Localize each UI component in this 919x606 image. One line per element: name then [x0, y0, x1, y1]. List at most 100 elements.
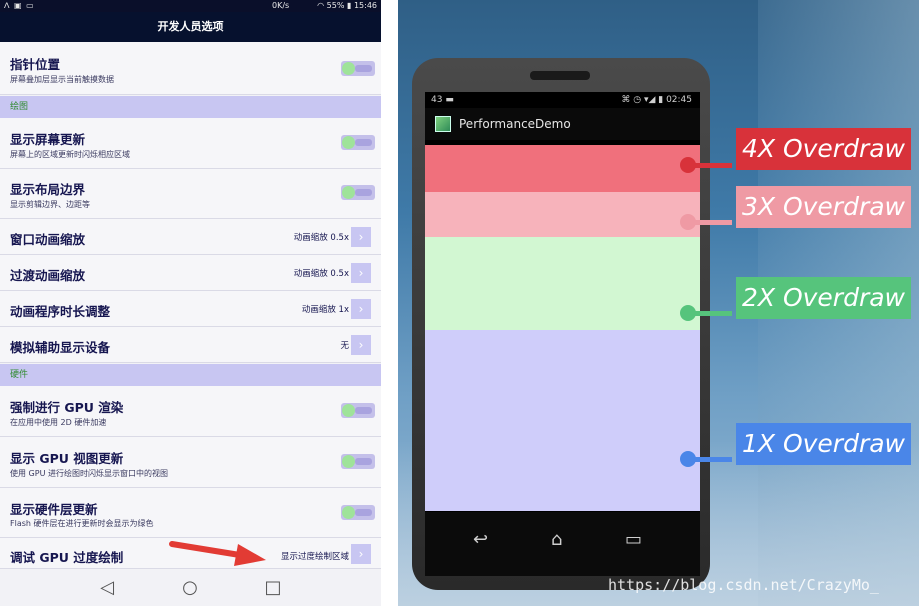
- setting-subtitle: 使用 GPU 进行绘图时闪烁显示窗口中的视图: [10, 469, 168, 478]
- overdraw-band-2x: [425, 237, 700, 330]
- toggle-knob: [342, 136, 355, 149]
- show-hardware-layer-updates-toggle[interactable]: [341, 505, 375, 520]
- device-status-right: ⌘ ◷ ▾◢ ▮ 02:45: [621, 95, 692, 105]
- app-launcher-icon: [435, 116, 451, 132]
- chevron-right-icon[interactable]: ›: [351, 335, 371, 355]
- callout-dot: [680, 157, 696, 173]
- setting-title: 显示 GPU 视图更新: [10, 451, 124, 466]
- setting-title: 调试 GPU 过度绘制: [10, 550, 124, 565]
- setting-row-show-hardware-layer-updates[interactable]: 显示硬件层更新 Flash 硬件层在进行更新时会显示为绿色: [0, 488, 381, 538]
- toggle-knob: [342, 455, 355, 468]
- force-gpu-rendering-toggle[interactable]: [341, 403, 375, 418]
- page-title: 开发人员选项: [157, 20, 224, 33]
- chevron-right-icon[interactable]: ›: [351, 263, 371, 283]
- setting-title: 显示布局边界: [10, 182, 86, 197]
- chevron-right-icon[interactable]: ›: [351, 544, 371, 564]
- battery-icon: ▮: [346, 1, 354, 10]
- label-1x-overdraw: 1X Overdraw: [735, 423, 911, 465]
- device-nav-bar: ↩ ⌂ ▭: [425, 512, 700, 576]
- toggle-track: [355, 509, 372, 516]
- setting-subtitle: 在应用中使用 2D 硬件加速: [10, 418, 107, 427]
- battery-text: 55%: [326, 1, 345, 10]
- callout-dot: [680, 305, 696, 321]
- network-speed: 0K/s: [272, 1, 290, 10]
- setting-value: 动画缩放 0.5x: [293, 269, 349, 279]
- setting-subtitle: 屏幕上的区域更新时闪烁相应区域: [10, 150, 130, 159]
- setting-value: 显示过度绘制区域: [280, 552, 349, 562]
- callout-dot: [680, 214, 696, 230]
- label-2x-overdraw: 2X Overdraw: [735, 277, 911, 319]
- status-left-icons: ᐱ ▣ ▭: [4, 1, 35, 10]
- device-app-title: PerformanceDemo: [459, 117, 571, 131]
- overdraw-band-4x: [425, 145, 700, 192]
- recents-icon[interactable]: □: [260, 575, 286, 601]
- toggle-track: [355, 139, 372, 146]
- overdraw-band-3x: [425, 192, 700, 237]
- setting-row-transition-animation-scale[interactable]: 过渡动画缩放 动画缩放 0.5x ›: [0, 255, 381, 291]
- device-app-bar: PerformanceDemo: [425, 108, 700, 140]
- setting-title: 过渡动画缩放: [10, 268, 86, 283]
- toggle-knob: [342, 186, 355, 199]
- label-4x-overdraw: 4X Overdraw: [735, 128, 911, 170]
- setting-row-show-gpu-view-updates[interactable]: 显示 GPU 视图更新 使用 GPU 进行绘图时闪烁显示窗口中的视图: [0, 437, 381, 488]
- overdraw-demo-panel: 43 ▬ ⌘ ◷ ▾◢ ▮ 02:45 PerformanceDemo ↩ ⌂ …: [398, 0, 919, 606]
- setting-row-force-gpu-rendering[interactable]: 强制进行 GPU 渲染 在应用中使用 2D 硬件加速: [0, 386, 381, 437]
- device-back-icon: ↩: [473, 529, 489, 550]
- home-icon[interactable]: ○: [177, 575, 203, 601]
- show-gpu-view-updates-toggle[interactable]: [341, 454, 375, 469]
- setting-row-window-animation-scale[interactable]: 窗口动画缩放 动画缩放 0.5x ›: [0, 219, 381, 255]
- chevron-right-icon[interactable]: ›: [351, 227, 371, 247]
- speaker-grille: [530, 71, 590, 80]
- toggle-knob: [342, 506, 355, 519]
- device-status-bar: 43 ▬ ⌘ ◷ ▾◢ ▮ 02:45: [425, 92, 700, 108]
- toggle-track: [355, 189, 372, 196]
- setting-title: 模拟辅助显示设备: [10, 340, 111, 355]
- back-icon[interactable]: ◁: [94, 575, 120, 601]
- setting-title: 动画程序时长调整: [10, 304, 111, 319]
- overdraw-band-1x: [425, 330, 700, 511]
- setting-title: 窗口动画缩放: [10, 232, 86, 247]
- demo-phone-screen: 43 ▬ ⌘ ◷ ▾◢ ▮ 02:45 PerformanceDemo ↩ ⌂ …: [425, 92, 700, 576]
- setting-row-simulate-secondary-display[interactable]: 模拟辅助显示设备 无 ›: [0, 327, 381, 363]
- toggle-knob: [342, 62, 355, 75]
- toggle-track: [355, 458, 372, 465]
- setting-subtitle: Flash 硬件层在进行更新时会显示为绿色: [10, 519, 154, 528]
- setting-row-animator-duration-scale[interactable]: 动画程序时长调整 动画缩放 1x ›: [0, 291, 381, 327]
- status-bar: ᐱ ▣ ▭ 0K/s ◠ 55% ▮ 15:46: [0, 0, 381, 12]
- setting-row-pointer-location[interactable]: 指针位置 屏幕叠加层显示当前触摸数据: [0, 42, 381, 95]
- toggle-knob: [342, 404, 355, 417]
- setting-title: 强制进行 GPU 渲染: [10, 400, 124, 415]
- overdraw-bands: [425, 145, 700, 511]
- developer-options-phone: ᐱ ▣ ▭ 0K/s ◠ 55% ▮ 15:46 开发人员选项 指针位置 屏幕叠…: [0, 0, 381, 606]
- setting-subtitle: 屏幕叠加层显示当前触摸数据: [10, 75, 114, 84]
- setting-row-show-layout-bounds[interactable]: 显示布局边界 显示剪辑边界、边距等: [0, 169, 381, 219]
- setting-row-show-surface-updates[interactable]: 显示屏幕更新 屏幕上的区域更新时闪烁相应区域: [0, 118, 381, 169]
- watermark-url: https://blog.csdn.net/CrazyMo_: [608, 576, 879, 594]
- wifi-icon: ◠: [317, 1, 327, 10]
- system-nav-bar: ◁ ○ □: [0, 569, 381, 606]
- setting-title: 指针位置: [10, 57, 61, 72]
- red-arrow-annotation-icon: [169, 541, 266, 566]
- device-home-icon: ⌂: [551, 529, 563, 550]
- status-time: 15:46: [353, 1, 377, 10]
- show-layout-bounds-toggle[interactable]: [341, 185, 375, 200]
- pointer-location-toggle[interactable]: [341, 61, 375, 76]
- device-recents-icon: ▭: [625, 529, 643, 550]
- chevron-right-icon[interactable]: ›: [351, 299, 371, 319]
- setting-title: 显示屏幕更新: [10, 132, 86, 147]
- section-header-drawing: 绘图: [0, 96, 381, 118]
- toggle-track: [355, 65, 372, 72]
- toggle-track: [355, 407, 372, 414]
- setting-value: 动画缩放 0.5x: [293, 233, 349, 243]
- app-bar: 开发人员选项: [0, 12, 381, 42]
- setting-title: 显示硬件层更新: [10, 502, 98, 517]
- device-status-left: 43 ▬: [431, 95, 454, 105]
- show-surface-updates-toggle[interactable]: [341, 135, 375, 150]
- demo-phone-device: 43 ▬ ⌘ ◷ ▾◢ ▮ 02:45 PerformanceDemo ↩ ⌂ …: [412, 58, 710, 590]
- setting-value: 动画缩放 1x: [301, 305, 349, 315]
- status-right: ◠ 55% ▮ 15:46: [317, 0, 377, 12]
- setting-subtitle: 显示剪辑边界、边距等: [10, 200, 90, 209]
- screenshot-composite: ᐱ ▣ ▭ 0K/s ◠ 55% ▮ 15:46 开发人员选项 指针位置 屏幕叠…: [0, 0, 919, 606]
- setting-value: 无: [340, 341, 349, 351]
- callout-dot: [680, 451, 696, 467]
